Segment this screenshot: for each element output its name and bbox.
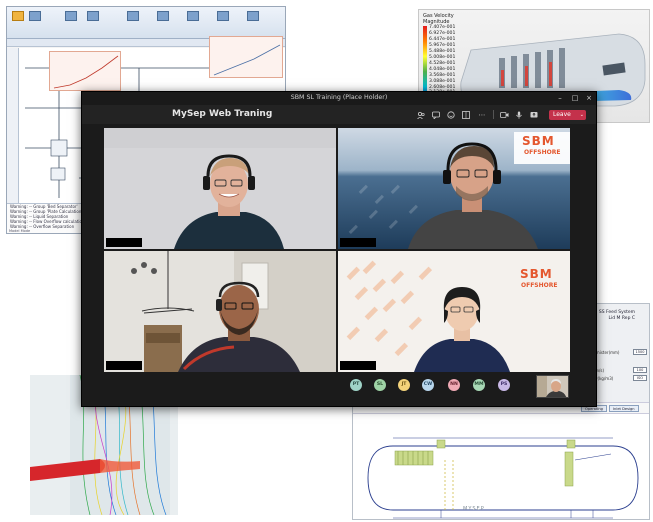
leave-label: Leave [553, 111, 571, 118]
inlet-design-button[interactable]: Inlet Design [609, 405, 639, 412]
video-tile[interactable] [104, 251, 336, 372]
microphone-icon[interactable] [515, 111, 523, 119]
participant-avatar[interactable]: PS [498, 379, 510, 391]
offshore-logo: SBM OFFSHORE [514, 132, 570, 164]
meeting-titlebar: SBM SL Training (Place Holder) – □ × [82, 92, 596, 105]
participant-video [104, 251, 336, 372]
logo-text: OFFSHORE [524, 149, 561, 156]
logo-mark: SBM [520, 267, 553, 281]
ribbon-tool-icon[interactable] [217, 11, 229, 21]
name-tag-redacted [106, 361, 142, 370]
ribbon-tool-icon[interactable] [87, 11, 99, 21]
participant-video [104, 128, 336, 249]
leave-button[interactable]: Leave ⌄ [549, 110, 586, 120]
name-tag-redacted [340, 238, 376, 247]
simulator-chart-plot [53, 55, 119, 89]
minimize-icon[interactable]: – [554, 93, 566, 104]
reactions-icon[interactable] [447, 111, 455, 119]
simulator-status: Model Mode [9, 229, 31, 233]
participant-avatar[interactable]: MM [473, 379, 485, 391]
offshore-logo: SBM OFFSHORE [518, 267, 564, 297]
logo-text: OFFSHORE [521, 282, 558, 289]
camera-icon[interactable] [500, 111, 509, 119]
ribbon-tool-icon[interactable] [65, 11, 77, 21]
simulator-chart-plot [213, 44, 281, 76]
participants-icon[interactable] [417, 111, 425, 120]
simulator-ribbon [7, 7, 285, 39]
logo-mark: SBM [522, 134, 555, 148]
chevron-down-icon[interactable]: ⌄ [580, 110, 584, 120]
ribbon-tool-icon[interactable] [127, 11, 139, 21]
simulator-chart [49, 51, 121, 91]
ribbon-tool-icon[interactable] [247, 11, 259, 21]
separator-title-line: Lid M Rep C [608, 316, 635, 321]
rooms-icon[interactable] [462, 111, 470, 119]
separator-title: SS Feed System Lid M Rep C [599, 310, 635, 322]
window-title: SBM SL Training (Place Holder) [290, 94, 388, 101]
share-screen-icon[interactable] [530, 111, 538, 119]
ribbon-tool-icon[interactable] [187, 11, 199, 21]
participant-avatar[interactable]: NN [448, 379, 460, 391]
participant-avatar[interactable]: JT [398, 379, 410, 391]
chat-icon[interactable] [432, 111, 440, 120]
self-view-image [537, 376, 568, 397]
video-tile[interactable]: SBM OFFSHORE [338, 128, 570, 249]
ribbon-tool-icon[interactable] [157, 11, 169, 21]
separator-drawing: MYSEP [353, 416, 649, 519]
maximize-icon[interactable]: □ [569, 93, 581, 104]
field-input[interactable]: 1500 [633, 349, 647, 355]
name-tag-redacted [340, 361, 376, 370]
header-divider [493, 110, 494, 119]
participant-avatar[interactable]: SL [374, 379, 386, 391]
meeting-window[interactable]: SBM SL Training (Place Holder) – □ × MyS… [81, 91, 597, 407]
self-view-video[interactable] [536, 375, 569, 398]
video-tile[interactable]: SBM OFFSHORE [338, 251, 570, 372]
vessel-drawing [367, 437, 639, 519]
more-options-icon[interactable]: ⋯ [478, 111, 486, 119]
video-tile[interactable] [104, 128, 336, 249]
participant-avatar[interactable]: PT [350, 379, 362, 391]
field-input[interactable]: 100 [633, 367, 647, 373]
field-select[interactable]: ISO [633, 375, 647, 381]
simulator-chart [209, 36, 283, 78]
ribbon-tool-icon[interactable] [29, 11, 41, 21]
meeting-header: MySep Web Traning ⋯ Leave ⌄ [82, 105, 596, 124]
home-icon[interactable] [12, 11, 24, 21]
name-tag-redacted [106, 238, 142, 247]
mysep-brand: MYSEP [463, 506, 485, 512]
participant-avatar[interactable]: CW [422, 379, 434, 391]
close-icon[interactable]: × [583, 93, 595, 104]
meeting-name: MySep Web Traning [172, 109, 273, 119]
